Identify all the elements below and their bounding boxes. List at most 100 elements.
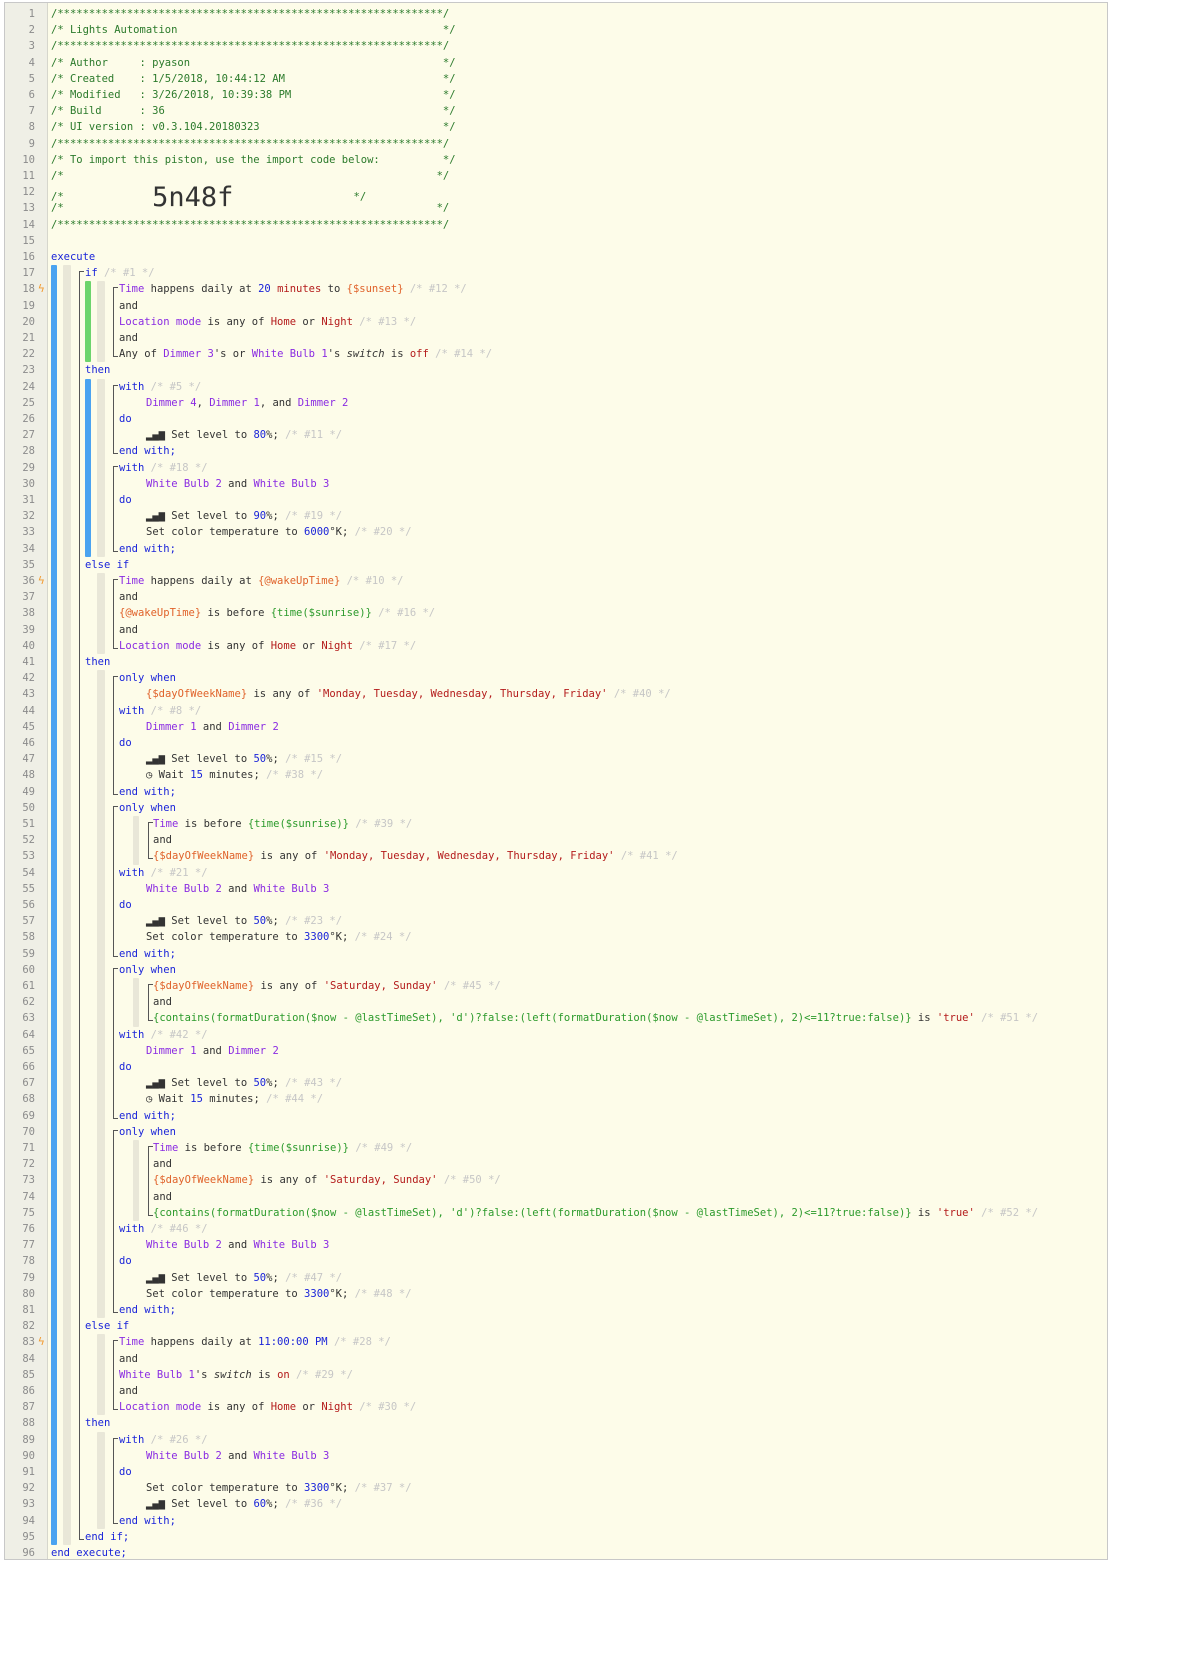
code-token: Wait bbox=[152, 1093, 191, 1106]
code-token: execute bbox=[51, 251, 96, 263]
line-number: 46 bbox=[22, 737, 35, 749]
code-token: Home bbox=[270, 1401, 297, 1414]
code-text: Any of Dimmer 3's or White Bulb 1's swit… bbox=[119, 346, 492, 362]
code-token: and bbox=[119, 332, 138, 344]
code-text: only when bbox=[119, 1124, 176, 1140]
code-token: 11:00:00 PM bbox=[258, 1336, 328, 1349]
code-token: with bbox=[119, 704, 145, 717]
code-token: end if; bbox=[85, 1530, 130, 1543]
code-token: Set color temperature to bbox=[146, 931, 305, 944]
code-token: Home bbox=[270, 315, 297, 328]
code-text: /* UI version : v0.3.104.20180323 */ bbox=[51, 119, 456, 135]
code-token: °K; bbox=[329, 1482, 349, 1495]
code-text: do bbox=[119, 1059, 132, 1075]
code-token: Set level to bbox=[164, 915, 254, 928]
code-line: 95 end if; bbox=[5, 1529, 1107, 1545]
code-token: White Bulb 2 bbox=[146, 882, 222, 895]
line-number: 2 bbox=[28, 24, 35, 37]
line-number: 68 bbox=[22, 1093, 35, 1106]
code-token: /* #1 */ bbox=[97, 267, 155, 280]
code-text: if /* #1 */ bbox=[85, 265, 155, 281]
line-number: 15 bbox=[22, 234, 35, 247]
trigger-bolt-icon: ϟ bbox=[38, 282, 45, 296]
code-token: then bbox=[85, 656, 111, 668]
code-text: White Bulb 2 and White Bulb 3 bbox=[146, 1448, 329, 1464]
code-token: and bbox=[119, 1352, 138, 1365]
code-text: White Bulb 2 and White Bulb 3 bbox=[146, 476, 329, 492]
line-number: 71 bbox=[22, 1142, 35, 1154]
code-text: ▂▄▆ Set level to 50%; /* #43 */ bbox=[146, 1075, 342, 1091]
code-line: 87 Location mode is any of Home or Night … bbox=[5, 1399, 1107, 1415]
code-token: is any of bbox=[201, 1401, 271, 1414]
code-line: 92 Set color temperature to 3300°K; /* #3… bbox=[5, 1480, 1107, 1496]
action-icon: ▂▄▆ bbox=[146, 1271, 165, 1284]
code-token: minutes; bbox=[202, 1093, 260, 1106]
code-token: only when bbox=[119, 801, 176, 814]
code-token: /* Author : pyason */ bbox=[51, 56, 456, 69]
code-line: 81 end with; bbox=[5, 1302, 1107, 1318]
code-token: /* #41 */ bbox=[614, 850, 678, 863]
code-line: 8 /* UI version : v0.3.104.20180323 */ bbox=[5, 119, 1107, 135]
code-text: White Bulb 1's switch is on /* #29 */ bbox=[119, 1367, 353, 1383]
code-line: 36 ϟ Time happens daily at {@wakeUpTime} /… bbox=[5, 573, 1107, 589]
code-token: 's bbox=[327, 348, 347, 361]
code-line: 15 bbox=[5, 233, 1107, 249]
code-token: do bbox=[119, 1466, 132, 1478]
code-text: do bbox=[119, 492, 132, 508]
code-token: end with; bbox=[119, 542, 176, 555]
code-token: switch bbox=[213, 1368, 252, 1381]
code-text: and bbox=[119, 1383, 138, 1399]
line-number: 22 bbox=[22, 348, 35, 361]
code-line: 71 Time is before {time($sunrise)} /* #49… bbox=[5, 1140, 1107, 1156]
code-line: 52 and bbox=[5, 832, 1107, 848]
code-token: /* #14 */ bbox=[428, 348, 493, 361]
code-token: /* #15 */ bbox=[278, 753, 343, 766]
code-text: Time happens daily at 11:00:00 PM /* #28… bbox=[119, 1334, 391, 1350]
code-token: °K; bbox=[329, 1287, 349, 1300]
code-token: Set level to bbox=[164, 1077, 254, 1090]
line-number: 30 bbox=[22, 477, 35, 490]
code-text: do bbox=[119, 1464, 132, 1480]
code-token: 'Saturday, Sunday' bbox=[323, 1174, 438, 1187]
code-token: {@wakeUpTime} bbox=[119, 607, 202, 620]
code-line: 67 ▂▄▆ Set level to 50%; /* #43 */ bbox=[5, 1075, 1107, 1091]
line-number: 7 bbox=[28, 105, 35, 118]
code-token: is any of bbox=[254, 1174, 324, 1187]
code-token: 's or bbox=[213, 348, 252, 361]
code-token: /* #16 */ bbox=[371, 607, 436, 620]
code-token: else if bbox=[85, 1320, 130, 1333]
line-number: 27 bbox=[22, 429, 35, 442]
code-token: end with; bbox=[119, 785, 176, 798]
line-number: 51 bbox=[22, 818, 35, 830]
code-text: /* */ bbox=[51, 168, 449, 184]
code-text: Set color temperature to 6000°K; /* #20 … bbox=[146, 524, 412, 540]
code-token: %; bbox=[266, 753, 279, 766]
line-number: 86 bbox=[22, 1385, 35, 1397]
code-text: {$dayOfWeekName} is any of 'Saturday, Su… bbox=[153, 978, 501, 994]
code-text: with /* #46 */ bbox=[119, 1221, 208, 1237]
code-token: 20 bbox=[258, 283, 271, 296]
line-number: 67 bbox=[22, 1077, 35, 1090]
code-token: , and bbox=[259, 396, 298, 409]
code-token: /* #5 */ bbox=[144, 380, 202, 393]
code-line: 40 Location mode is any of Home or Night … bbox=[5, 638, 1107, 654]
code-line: 88 then bbox=[5, 1415, 1107, 1431]
line-number: 76 bbox=[22, 1223, 35, 1235]
code-line: 30 White Bulb 2 and White Bulb 3 bbox=[5, 476, 1107, 492]
code-text: else if bbox=[85, 1318, 129, 1334]
code-line: 45 Dimmer 1 and Dimmer 2 bbox=[5, 719, 1107, 735]
code-text: {$dayOfWeekName} is any of 'Monday, Tues… bbox=[153, 848, 678, 864]
code-token: Night bbox=[321, 1401, 353, 1414]
line-number: 17 bbox=[22, 267, 35, 280]
line-number: 28 bbox=[22, 445, 35, 458]
code-token: and bbox=[119, 623, 138, 636]
line-number: 81 bbox=[22, 1304, 35, 1316]
code-text: Set color temperature to 3300°K; /* #48 … bbox=[146, 1286, 412, 1302]
code-line: 84 and bbox=[5, 1351, 1107, 1367]
code-text: end with; bbox=[119, 784, 176, 800]
code-token: 50 bbox=[253, 1077, 267, 1090]
code-token: 6000 bbox=[304, 526, 330, 539]
code-token: /* #26 */ bbox=[144, 1433, 208, 1446]
code-token: %; bbox=[266, 1077, 279, 1090]
code-token: /* #44 */ bbox=[259, 1093, 324, 1106]
